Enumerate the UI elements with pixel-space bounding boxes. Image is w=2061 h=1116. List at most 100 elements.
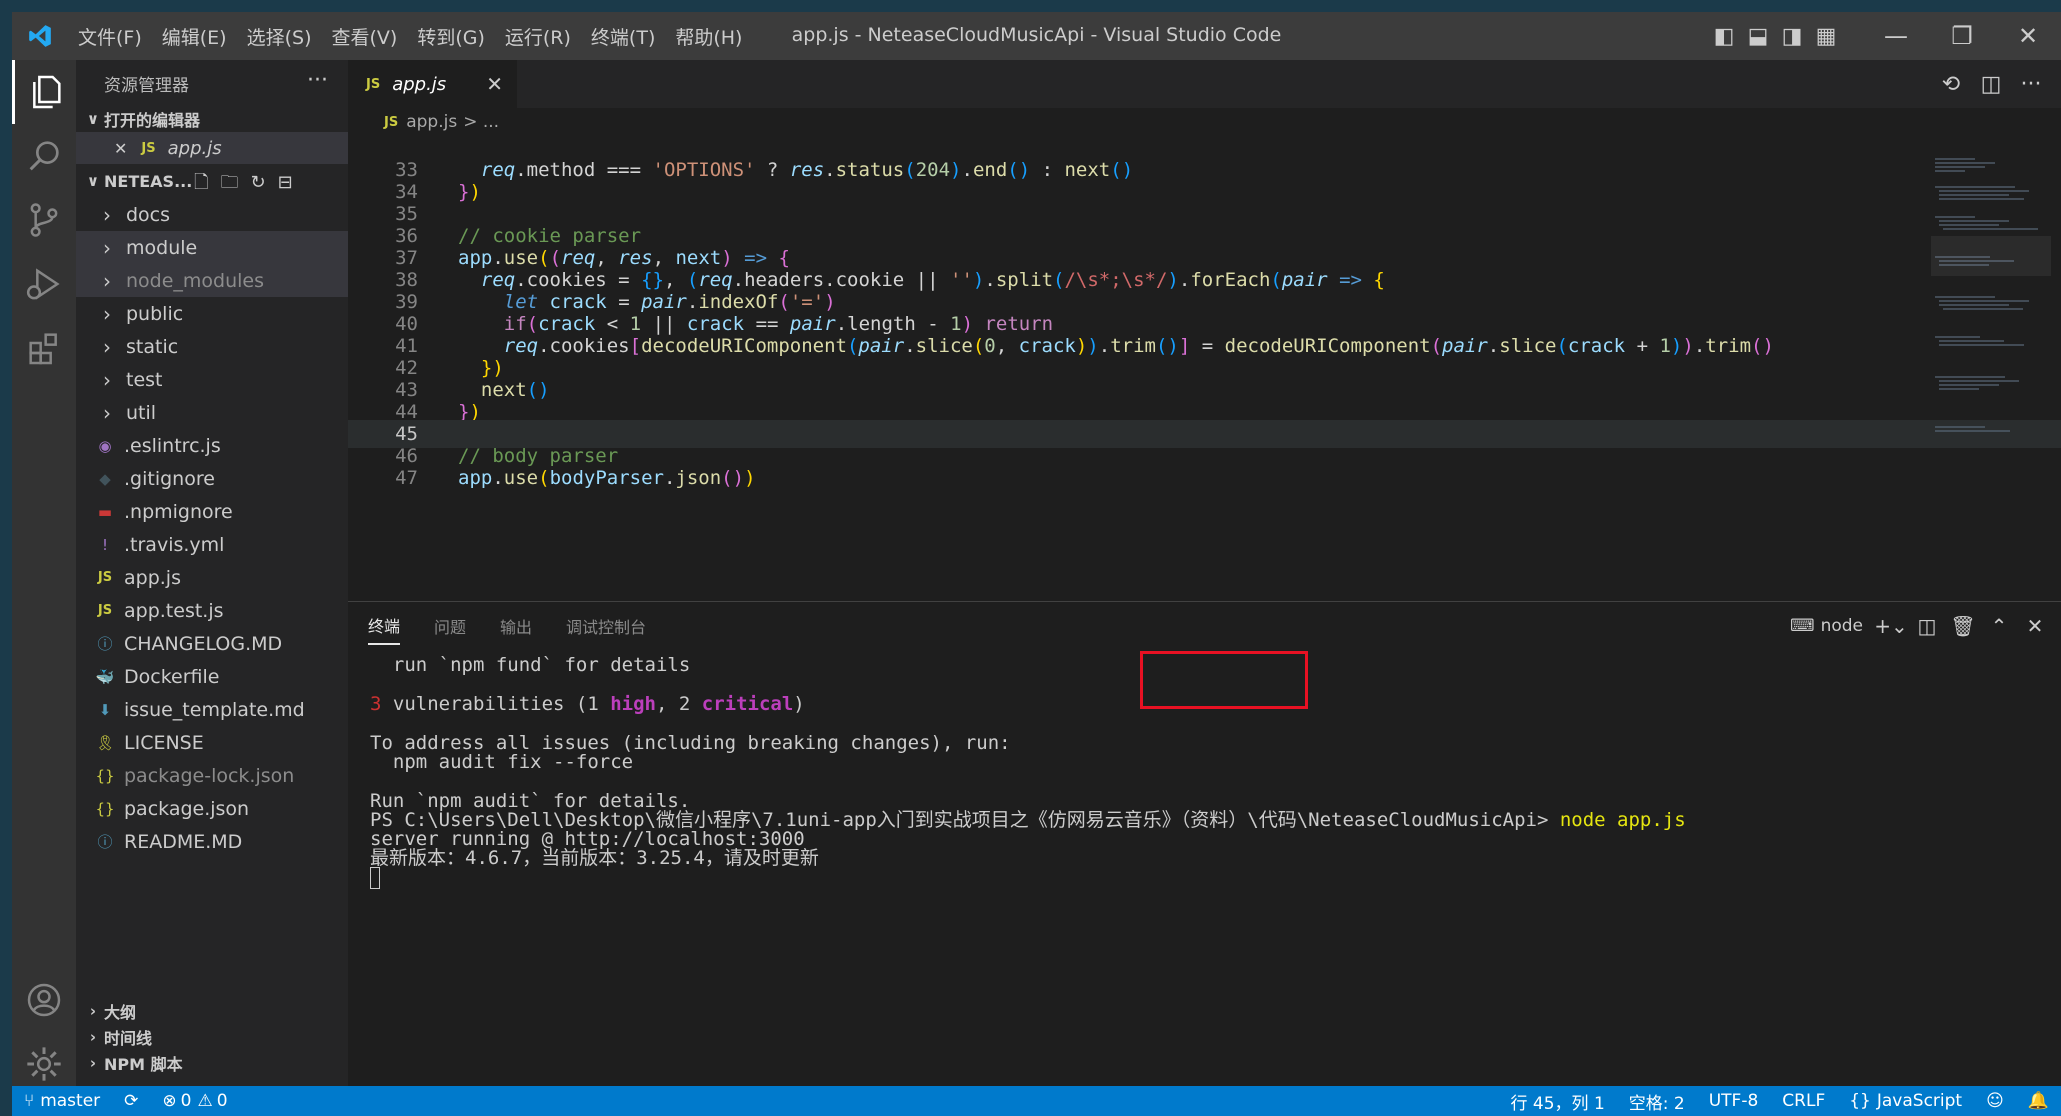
tree-file-item[interactable]: ⓘ README.MD [76, 825, 348, 858]
chevron-down-icon: ∨ [86, 110, 100, 128]
more-actions-icon[interactable]: ··· [307, 68, 328, 93]
customize-layout-icon[interactable]: ▦ [1809, 12, 1843, 60]
tree-folder-item[interactable]: › util [76, 396, 348, 429]
menu-file[interactable]: 文件(F) [68, 23, 152, 50]
menu-terminal[interactable]: 终端(T) [581, 23, 665, 50]
close-tab-icon[interactable]: ✕ [486, 72, 503, 96]
split-editor-icon[interactable]: ◫ [1971, 72, 2011, 97]
sync-icon[interactable]: ⟳ [112, 1091, 150, 1111]
tree-folder-item[interactable]: › module [76, 231, 348, 264]
timeline-history-icon[interactable]: ⟲ [1931, 72, 1971, 97]
tree-file-item[interactable]: 🐳 Dockerfile [76, 660, 348, 693]
menu-edit[interactable]: 编辑(E) [152, 23, 237, 50]
tree-file-item[interactable]: ◉ .eslintrc.js [76, 429, 348, 462]
tree-file-item[interactable]: 🎗 LICENSE [76, 726, 348, 759]
restore-button[interactable]: ❐ [1929, 12, 1995, 60]
timeline-section[interactable]: › 时间线 [76, 1024, 348, 1050]
mdarrow-file-icon: ⬇ [98, 700, 112, 719]
collapse-all-icon[interactable]: ⊟ [278, 172, 305, 193]
tree-item-label: README.MD [124, 830, 243, 853]
menu-view[interactable]: 查看(V) [322, 23, 408, 50]
terminal-selector[interactable]: ⌨ node [1790, 616, 1863, 636]
outline-section[interactable]: › 大纲 [76, 998, 348, 1024]
explorer-icon[interactable] [12, 60, 76, 124]
split-terminal-icon[interactable]: ◫ [1909, 614, 1945, 638]
branch-name: master [40, 1091, 101, 1111]
code-line: 47 app.use(bodyParser.json()) [395, 467, 756, 489]
js-file-icon: JS [141, 140, 156, 156]
tab-app-js[interactable]: JS app.js ✕ [348, 60, 517, 108]
tree-folder-item[interactable]: › static [76, 330, 348, 363]
close-icon[interactable]: ✕ [114, 139, 127, 158]
tab-problems[interactable]: 问题 [434, 608, 466, 644]
toggle-panel-icon[interactable]: ⬓ [1741, 12, 1775, 60]
new-terminal-icon[interactable]: +⌄ [1873, 614, 1909, 638]
feedback-icon[interactable]: ☺ [1974, 1091, 2016, 1111]
tree-item-label: app.test.js [124, 599, 224, 622]
open-editor-item[interactable]: ✕ JS app.js [76, 132, 348, 164]
terminal-output[interactable]: run `npm fund` for details 3 vulnerabili… [348, 650, 2061, 1086]
extensions-icon[interactable] [12, 316, 76, 380]
notifications-bell-icon[interactable]: 🔔 [2016, 1091, 2061, 1111]
tree-file-item[interactable]: JS app.js [76, 561, 348, 594]
tree-file-item[interactable]: ! .travis.yml [76, 528, 348, 561]
braces-icon: {} [1849, 1091, 1871, 1111]
more-actions-icon[interactable]: ··· [2011, 72, 2051, 97]
refresh-icon[interactable]: ↻ [250, 172, 277, 193]
indentation[interactable]: 空格: 2 [1617, 1089, 1697, 1114]
menu-go[interactable]: 转到(G) [407, 23, 495, 50]
tree-folder-item[interactable]: › docs [76, 198, 348, 231]
tree-file-item[interactable]: {} package.json [76, 792, 348, 825]
open-editors-section[interactable]: ∨ 打开的编辑器 [76, 106, 348, 132]
error-count: 0 [180, 1091, 192, 1111]
tree-file-item[interactable]: {} package-lock.json [76, 759, 348, 792]
problems-indicator[interactable]: ⊗ 0 ⚠ 0 [150, 1091, 239, 1111]
breadcrumb-file[interactable]: app.js [406, 112, 457, 132]
menu-selection[interactable]: 选择(S) [237, 23, 322, 50]
folder-section[interactable]: ∨ NETEAS... 🗋🗀↻⊟ [76, 164, 348, 198]
end-of-line[interactable]: CRLF [1770, 1091, 1837, 1111]
tree-folder-item[interactable]: › node_modules [76, 264, 348, 297]
kill-terminal-icon[interactable]: 🗑 [1945, 614, 1981, 638]
tab-output[interactable]: 输出 [500, 608, 532, 644]
search-icon[interactable] [12, 124, 76, 188]
run-debug-icon[interactable] [12, 252, 76, 316]
tree-folder-item[interactable]: › test [76, 363, 348, 396]
warning-icon: ⚠ [197, 1091, 213, 1111]
maximize-panel-icon[interactable]: ⌃ [1981, 614, 2017, 638]
accounts-icon[interactable] [12, 968, 76, 1032]
menu-help[interactable]: 帮助(H) [665, 23, 752, 50]
cursor-position[interactable]: 行 45，列 1 [1499, 1089, 1617, 1114]
new-file-icon[interactable]: 🗋 [194, 172, 220, 193]
tree-folder-item[interactable]: › public [76, 297, 348, 330]
toggle-sidebar-icon[interactable]: ◧ [1707, 12, 1741, 60]
encoding[interactable]: UTF-8 [1697, 1091, 1771, 1111]
new-folder-icon[interactable]: 🗀 [220, 172, 250, 193]
close-window-button[interactable]: ✕ [1995, 12, 2061, 60]
close-panel-icon[interactable]: ✕ [2017, 614, 2053, 638]
tree-item-label: app.js [124, 566, 181, 589]
docker-file-icon: 🐳 [95, 667, 115, 686]
breadcrumb-more[interactable]: > ... [463, 112, 499, 132]
code-editor[interactable]: 33 req.method === 'OPTIONS' ? res.status… [348, 156, 2061, 601]
npm-scripts-section[interactable]: › NPM 脚本 [76, 1050, 348, 1076]
language-mode[interactable]: {} JavaScript [1837, 1091, 1974, 1111]
source-control-icon[interactable] [12, 188, 76, 252]
tab-terminal[interactable]: 终端 [368, 607, 401, 645]
open-editor-label: app.js [167, 137, 222, 159]
tree-file-item[interactable]: ⓘ CHANGELOG.MD [76, 627, 348, 660]
minimize-button[interactable]: — [1863, 12, 1929, 60]
tree-file-item[interactable]: ▬ .npmignore [76, 495, 348, 528]
tree-file-item[interactable]: ◆ .gitignore [76, 462, 348, 495]
tree-item-label: static [126, 335, 179, 358]
menu-run[interactable]: 运行(R) [495, 23, 581, 50]
branch-indicator[interactable]: ⑂ master [12, 1091, 112, 1111]
tree-file-item[interactable]: JS app.test.js [76, 594, 348, 627]
tree-file-item[interactable]: ⬇ issue_template.md [76, 693, 348, 726]
toggle-secondary-sidebar-icon[interactable]: ◨ [1775, 12, 1809, 60]
tree-item-label: .npmignore [124, 500, 233, 523]
tree-item-label: public [126, 302, 184, 325]
tab-debug-console[interactable]: 调试控制台 [566, 608, 646, 644]
terminal-line: npm audit fix --force [370, 751, 634, 773]
minimap[interactable] [1931, 156, 2051, 606]
